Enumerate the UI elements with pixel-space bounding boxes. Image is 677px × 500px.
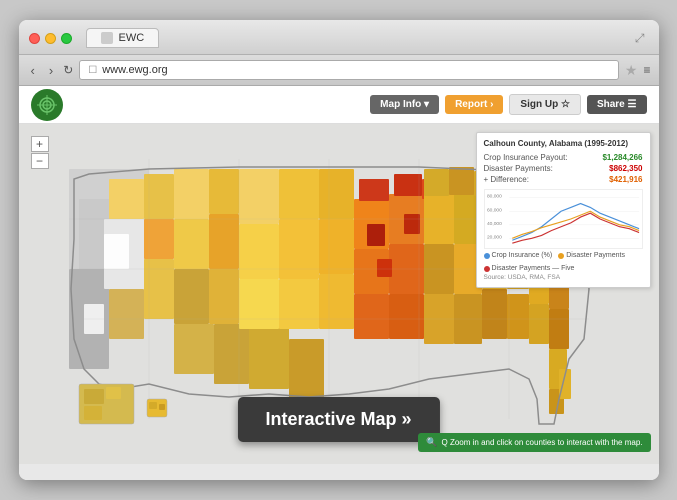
mini-chart: 80,000 60,000 40,000 20,000	[484, 189, 643, 249]
url-text: www.ewg.org	[102, 64, 167, 76]
svg-text:40,000: 40,000	[486, 221, 501, 227]
legend-disaster: Disaster Payments	[558, 252, 625, 259]
menu-button[interactable]: ≡	[643, 63, 650, 77]
browser-window: EWC ⤢ ‹ › ↻ ☐ www.ewg.org ★ ≡	[19, 20, 659, 480]
maximize-button[interactable]	[61, 33, 72, 44]
legend-subsidy-dot	[484, 266, 490, 272]
zoom-hint-text: Q Zoom in and click on counties to inter…	[442, 438, 643, 447]
site-header: Map Info ▾ Report › Sign Up ☆ Share ☰	[19, 86, 659, 124]
zoom-controls: + −	[31, 136, 49, 169]
back-button[interactable]: ‹	[27, 61, 39, 80]
signup-button[interactable]: Sign Up ☆	[509, 94, 581, 115]
legend-subsidy: Disaster Payments — Five	[484, 265, 575, 272]
tab-favicon	[101, 32, 113, 44]
tab-title: EWC	[119, 32, 145, 44]
interactive-map-button[interactable]: Interactive Map »	[237, 397, 439, 442]
legend-subsidy-label: Disaster Payments — Five	[492, 265, 575, 272]
crop-label: Crop Insurance Payout:	[484, 153, 568, 162]
svg-text:20,000: 20,000	[486, 235, 501, 241]
legend-disaster-dot	[558, 253, 564, 259]
zoom-out-button[interactable]: −	[31, 153, 49, 169]
diff-label: + Difference:	[484, 175, 529, 184]
forward-button[interactable]: ›	[45, 61, 57, 80]
map-info-button[interactable]: Map Info ▾	[370, 95, 439, 114]
address-bar-page-icon: ☐	[88, 65, 97, 76]
legend-crop-label: Crop Insurance (%)	[492, 252, 553, 259]
info-row-crop: Crop Insurance Payout: $1,284,266	[484, 153, 643, 162]
legend-crop-dot	[484, 253, 490, 259]
zoom-hint-icon: 🔍	[426, 437, 437, 448]
zoom-hint: 🔍 Q Zoom in and click on counties to int…	[418, 433, 650, 452]
share-button[interactable]: Share ☰	[587, 95, 647, 114]
content-area: Map Info ▾ Report › Sign Up ☆ Share ☰	[19, 86, 659, 480]
nav-bar: ‹ › ↻ ☐ www.ewg.org ★ ≡	[19, 55, 659, 86]
disaster-label: Disaster Payments:	[484, 164, 553, 173]
refresh-button[interactable]: ↻	[63, 63, 73, 77]
legend-disaster-label: Disaster Payments	[566, 252, 625, 259]
expand-icon[interactable]: ⤢	[635, 31, 645, 46]
info-row-disaster: Disaster Payments: $862,350	[484, 164, 643, 173]
map-container[interactable]: + − Calhoun County, Alabama (1995-2012) …	[19, 124, 659, 464]
chart-legend: Crop Insurance (%) Disaster Payments Dis…	[484, 252, 643, 272]
bookmark-button[interactable]: ★	[625, 62, 638, 79]
ewg-logo	[31, 89, 63, 121]
info-panel: Calhoun County, Alabama (1995-2012) Crop…	[476, 132, 651, 288]
header-buttons: Map Info ▾ Report › Sign Up ☆ Share ☰	[370, 94, 646, 115]
crop-value: $1,284,266	[602, 153, 642, 162]
tab-area: EWC	[86, 28, 629, 48]
traffic-lights	[29, 33, 72, 44]
svg-text:60,000: 60,000	[486, 208, 501, 214]
close-button[interactable]	[29, 33, 40, 44]
diff-value: $421,916	[609, 175, 642, 184]
svg-text:80,000: 80,000	[486, 194, 501, 200]
minimize-button[interactable]	[45, 33, 56, 44]
disaster-value: $862,350	[609, 164, 642, 173]
legend-crop: Crop Insurance (%)	[484, 252, 553, 259]
chart-source: Source: USDA, RMA, FSA	[484, 274, 643, 281]
info-row-diff: + Difference: $421,916	[484, 175, 643, 184]
zoom-in-button[interactable]: +	[31, 136, 49, 152]
report-button[interactable]: Report ›	[445, 95, 503, 114]
address-bar[interactable]: ☐ www.ewg.org	[79, 60, 619, 80]
browser-tab[interactable]: EWC	[86, 28, 160, 48]
title-bar: EWC ⤢	[19, 20, 659, 55]
info-panel-title: Calhoun County, Alabama (1995-2012)	[484, 139, 643, 149]
